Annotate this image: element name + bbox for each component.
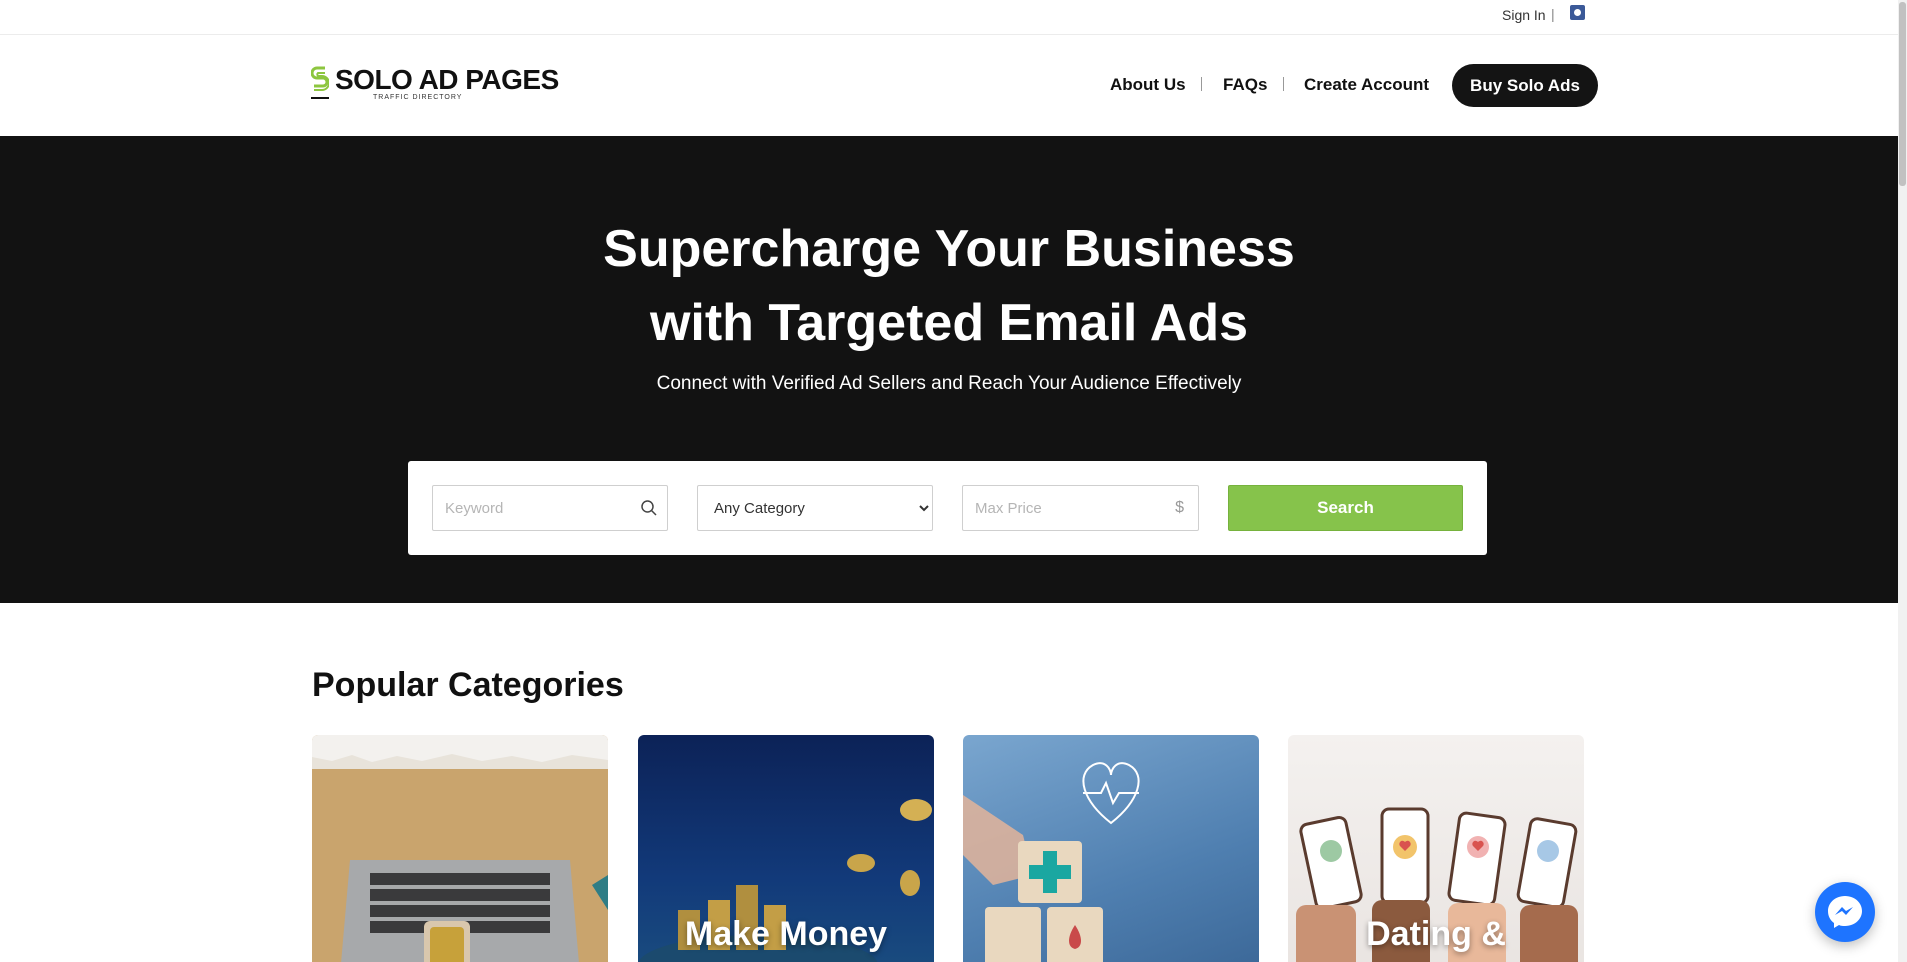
popular-categories-title: Popular Categories bbox=[312, 666, 624, 704]
category-card-label: Dating & bbox=[1366, 915, 1506, 953]
dollar-icon: $ bbox=[1175, 499, 1184, 516]
keyword-input[interactable] bbox=[433, 486, 667, 530]
search-icon bbox=[641, 500, 657, 516]
keyword-field bbox=[432, 485, 668, 531]
buy-solo-ads-button[interactable]: Buy Solo Ads bbox=[1452, 64, 1598, 107]
hero-title: Supercharge Your Business with Targeted … bbox=[0, 212, 1898, 360]
logo-subtitle: TRAFFIC DIRECTORY bbox=[373, 94, 463, 101]
page-scrollbar[interactable] bbox=[1898, 0, 1907, 962]
nav-separator bbox=[1201, 77, 1202, 91]
nav-faqs[interactable]: FAQs bbox=[1223, 75, 1267, 95]
category-select[interactable]: Any Category bbox=[698, 486, 932, 530]
logo-underline bbox=[311, 97, 329, 99]
max-price-input[interactable] bbox=[963, 486, 1198, 530]
health-cross-image bbox=[963, 762, 1140, 962]
logo-title: SOLO AD PAGES bbox=[335, 64, 559, 95]
search-panel: Any Category $ Search bbox=[408, 461, 1487, 555]
messenger-chat-button[interactable] bbox=[1815, 882, 1875, 942]
laptop-desk-image bbox=[312, 735, 608, 962]
search-button[interactable]: Search bbox=[1228, 485, 1463, 531]
top-utility-bar: Sign In | bbox=[0, 0, 1898, 35]
facebook-icon[interactable] bbox=[1570, 5, 1585, 20]
sign-in-link[interactable]: Sign In bbox=[1502, 7, 1546, 23]
hero-title-line-2: with Targeted Email Ads bbox=[649, 294, 1249, 352]
nav-create-account[interactable]: Create Account bbox=[1304, 75, 1429, 95]
price-field: $ bbox=[962, 485, 1199, 531]
logo-s-icon bbox=[311, 66, 329, 91]
category-card[interactable] bbox=[963, 735, 1259, 962]
category-card-label: Make Money bbox=[684, 915, 888, 953]
hero-subtitle: Connect with Verified Ad Sellers and Rea… bbox=[656, 373, 1242, 394]
topbar-separator: | bbox=[1551, 6, 1555, 22]
category-card[interactable] bbox=[312, 735, 608, 962]
hero-title-line-1: Supercharge Your Business bbox=[603, 220, 1295, 278]
nav-about-us[interactable]: About Us bbox=[1110, 75, 1186, 95]
site-logo[interactable]: SOLO AD PAGES TRAFFIC DIRECTORY bbox=[311, 64, 559, 104]
category-card[interactable]: Dating & bbox=[1288, 735, 1584, 962]
hero-section: Supercharge Your Business with Targeted … bbox=[0, 136, 1898, 603]
messenger-icon bbox=[1828, 896, 1862, 928]
category-card[interactable]: Make Money bbox=[638, 735, 934, 962]
site-header: SOLO AD PAGES TRAFFIC DIRECTORY About Us… bbox=[0, 35, 1898, 136]
nav-separator bbox=[1283, 77, 1284, 91]
scrollbar-thumb[interactable] bbox=[1899, 2, 1906, 186]
category-field: Any Category bbox=[697, 485, 933, 531]
